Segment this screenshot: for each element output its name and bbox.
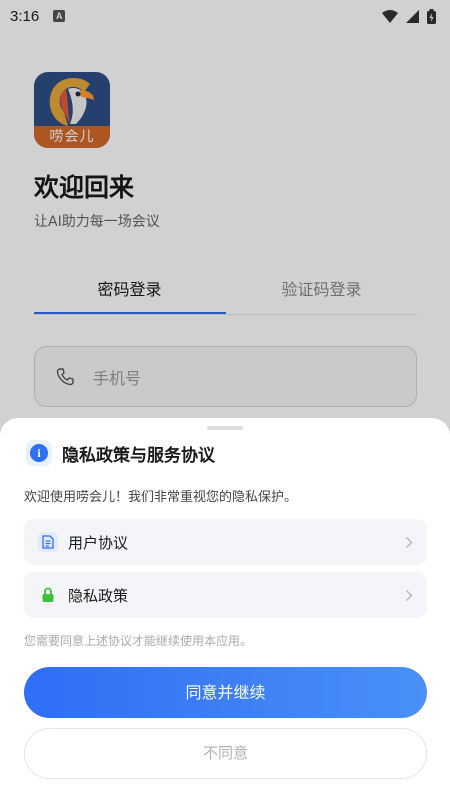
drag-handle[interactable] — [207, 426, 243, 430]
chevron-right-icon — [406, 536, 413, 548]
user-agreement-item[interactable]: 用户协议 — [24, 519, 427, 565]
chevron-right-icon — [406, 589, 413, 601]
agree-continue-button[interactable]: 同意并继续 — [24, 667, 427, 718]
user-agreement-label: 用户协议 — [68, 533, 129, 552]
document-icon — [38, 532, 58, 552]
consent-notice: 您需要同意上述协议才能继续使用本应用。 — [24, 634, 253, 648]
sheet-title: 隐私政策与服务协议 — [62, 445, 215, 466]
lock-icon — [38, 585, 58, 605]
disagree-button[interactable]: 不同意 — [24, 728, 427, 779]
sheet-header: i 隐私政策与服务协议 — [26, 440, 215, 466]
info-icon: i — [26, 440, 52, 466]
privacy-policy-label: 隐私政策 — [68, 586, 129, 605]
privacy-policy-item[interactable]: 隐私政策 — [24, 572, 427, 618]
privacy-bottom-sheet: i 隐私政策与服务协议 欢迎使用唠会儿！我们非常重视您的隐私保护。 用户协议 隐… — [0, 418, 450, 800]
sheet-description: 欢迎使用唠会儿！我们非常重视您的隐私保护。 — [24, 490, 298, 505]
